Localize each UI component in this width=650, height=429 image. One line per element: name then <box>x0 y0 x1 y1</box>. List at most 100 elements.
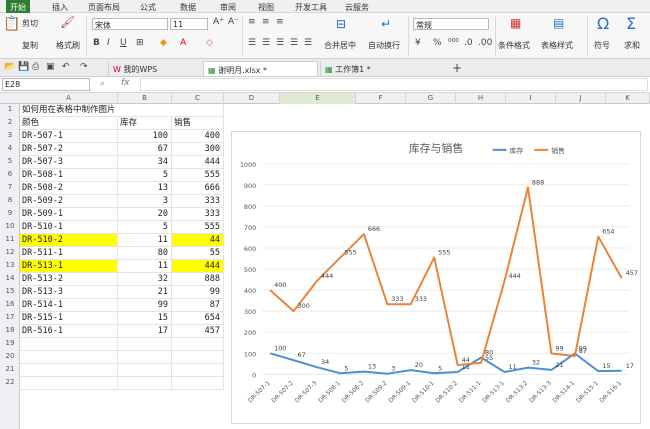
symbol-button[interactable]: 符号 <box>594 40 610 51</box>
empty-cell[interactable] <box>20 377 118 390</box>
align-right-icon[interactable]: ☰ <box>276 38 284 48</box>
row-header-16[interactable]: 16 <box>0 300 20 308</box>
data-cell-stock[interactable]: 32 <box>118 273 172 286</box>
column-header-A[interactable]: A <box>20 93 118 104</box>
data-cell-name[interactable]: DR-508-2 <box>20 182 118 195</box>
empty-cell[interactable] <box>118 338 172 351</box>
row-header-17[interactable]: 17 <box>0 313 20 321</box>
menu-2[interactable]: 页面布局 <box>88 2 120 13</box>
print-icon[interactable]: ⎙ <box>32 62 39 72</box>
align-center-icon[interactable]: ☰ <box>262 38 270 48</box>
bold-icon[interactable]: B <box>93 38 100 48</box>
menu-0[interactable]: 开始 <box>6 0 30 13</box>
menu-1[interactable]: 插入 <box>52 2 68 13</box>
header-cell-sales[interactable]: 销售 <box>172 117 224 130</box>
column-header-I[interactable]: I <box>506 93 556 104</box>
column-header-J[interactable]: J <box>556 93 606 104</box>
sum-icon[interactable]: Σ <box>626 14 636 33</box>
table-style-button[interactable]: 表格样式 <box>541 40 573 51</box>
data-cell-name[interactable]: DR-514-1 <box>20 299 118 312</box>
row-header-9[interactable]: 9 <box>0 209 20 217</box>
column-header-K[interactable]: K <box>606 93 650 104</box>
empty-cell[interactable] <box>20 351 118 364</box>
title-cell[interactable]: 如何用在表格中制作图片 <box>20 104 224 117</box>
tab-my-wps[interactable]: W 我的WPS <box>108 61 203 76</box>
data-cell-sales[interactable]: 666 <box>172 182 224 195</box>
data-cell-stock[interactable]: 67 <box>118 143 172 156</box>
menu-5[interactable]: 审阅 <box>220 2 236 13</box>
data-cell-stock[interactable]: 100 <box>118 130 172 143</box>
align-top-icon[interactable]: ≡ <box>248 17 256 27</box>
symbol-icon[interactable]: Ω <box>597 14 609 33</box>
row-header-1[interactable]: 1 <box>0 105 20 113</box>
percent-icon[interactable]: % <box>433 38 442 48</box>
empty-cell[interactable] <box>172 377 224 390</box>
data-cell-sales[interactable]: 44 <box>172 234 224 247</box>
data-cell-sales[interactable]: 300 <box>172 143 224 156</box>
chart[interactable]: 库存与销售 0 100 200 300 400 500 600 700 800 900 1000 DR-… <box>231 131 641 424</box>
shrink-font-icon[interactable]: A⁻ <box>228 17 239 27</box>
row-header-12[interactable]: 12 <box>0 248 20 256</box>
currency-icon[interactable]: ¥ <box>415 38 421 48</box>
justify-icon[interactable]: ☰ <box>290 38 298 48</box>
data-cell-sales[interactable]: 555 <box>172 221 224 234</box>
data-cell-sales[interactable]: 444 <box>172 260 224 273</box>
data-cell-stock[interactable]: 15 <box>118 312 172 325</box>
decrease-decimal-icon[interactable]: .00 <box>478 38 492 48</box>
empty-cell[interactable] <box>118 377 172 390</box>
data-cell-name[interactable]: DR-513-1 <box>20 260 118 273</box>
fx-label[interactable]: fx <box>121 78 130 88</box>
font-family-select[interactable]: 宋体 <box>92 18 168 30</box>
row-header-15[interactable]: 15 <box>0 287 20 295</box>
data-cell-sales[interactable]: 99 <box>172 286 224 299</box>
menu-4[interactable]: 数据 <box>180 2 196 13</box>
data-cell-stock[interactable]: 17 <box>118 325 172 338</box>
data-cell-name[interactable]: DR-513-3 <box>20 286 118 299</box>
row-header-6[interactable]: 6 <box>0 170 20 178</box>
empty-cell[interactable] <box>20 338 118 351</box>
underline-icon[interactable]: U <box>120 38 127 48</box>
undo-icon[interactable]: ↶ <box>62 62 70 72</box>
merge-icon[interactable]: ⊟ <box>336 17 346 31</box>
row-header-8[interactable]: 8 <box>0 196 20 204</box>
align-middle-icon[interactable]: ≡ <box>262 17 270 27</box>
row-header-20[interactable]: 20 <box>0 352 20 360</box>
redo-icon[interactable]: ↷ <box>80 62 88 72</box>
merge-button[interactable]: 合并居中 <box>324 40 356 51</box>
data-cell-stock[interactable]: 3 <box>118 195 172 208</box>
number-format-select[interactable]: 常规 <box>413 18 489 30</box>
open-icon[interactable]: 📂 <box>4 62 15 72</box>
row-header-13[interactable]: 13 <box>0 261 20 269</box>
name-box[interactable]: E28 <box>2 78 90 91</box>
zoom-icon[interactable]: ⌕ <box>100 79 105 89</box>
conditional-format-icon[interactable]: ▦ <box>510 16 521 30</box>
paste-icon[interactable]: 📋 <box>3 16 20 32</box>
row-header-14[interactable]: 14 <box>0 274 20 282</box>
data-cell-name[interactable]: DR-507-1 <box>20 130 118 143</box>
data-cell-stock[interactable]: 11 <box>118 234 172 247</box>
data-cell-sales[interactable]: 333 <box>172 208 224 221</box>
column-header-F[interactable]: F <box>356 93 406 104</box>
data-cell-stock[interactable]: 80 <box>118 247 172 260</box>
row-header-5[interactable]: 5 <box>0 157 20 165</box>
data-cell-sales[interactable]: 888 <box>172 273 224 286</box>
row-header-7[interactable]: 7 <box>0 183 20 191</box>
column-header-H[interactable]: H <box>456 93 506 104</box>
conditional-format-button[interactable]: 条件格式 <box>498 40 530 51</box>
new-tab-icon[interactable]: + <box>452 61 462 75</box>
grow-font-icon[interactable]: A⁺ <box>213 17 224 27</box>
column-header-C[interactable]: C <box>172 93 224 104</box>
menu-6[interactable]: 视图 <box>258 2 274 13</box>
column-header-G[interactable]: G <box>406 93 456 104</box>
align-left-icon[interactable]: ☰ <box>248 38 256 48</box>
empty-cell[interactable] <box>172 364 224 377</box>
column-header-E[interactable]: E <box>280 93 356 104</box>
data-cell-sales[interactable]: 555 <box>172 169 224 182</box>
data-cell-stock[interactable]: 5 <box>118 221 172 234</box>
empty-cell[interactable] <box>172 338 224 351</box>
data-cell-name[interactable]: DR-509-2 <box>20 195 118 208</box>
data-cell-sales[interactable]: 444 <box>172 156 224 169</box>
menu-7[interactable]: 开发工具 <box>295 2 327 13</box>
font-size-select[interactable]: 11 <box>170 18 208 30</box>
data-cell-stock[interactable]: 13 <box>118 182 172 195</box>
